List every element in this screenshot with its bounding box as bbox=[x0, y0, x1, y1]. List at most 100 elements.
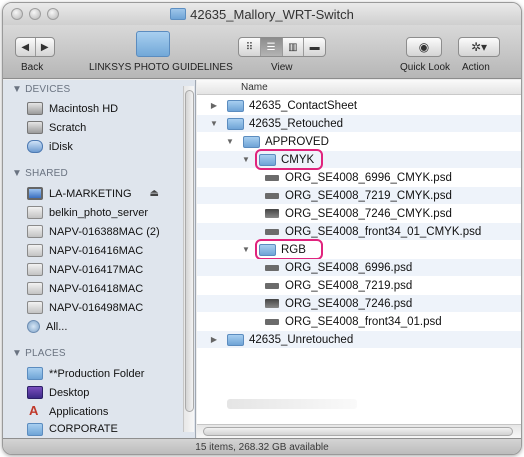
list-item-label: ORG_SE4008_7246.psd bbox=[285, 297, 413, 310]
list-item[interactable]: ORG_SE4008_7246_CMYK.psd bbox=[197, 205, 521, 222]
psd-file-icon bbox=[265, 282, 279, 289]
sidebar-item-corporate[interactable]: CORPORATE bbox=[27, 422, 118, 436]
sidebar-item-napv-016498mac[interactable]: NAPV-016498MAC bbox=[27, 299, 143, 316]
sidebar-item-label: CORPORATE bbox=[49, 423, 118, 435]
sidebar-item-napv-016418mac[interactable]: NAPV-016418MAC bbox=[27, 280, 143, 297]
icon-view-icon[interactable]: ⠿ bbox=[239, 38, 261, 56]
server-icon bbox=[27, 244, 43, 257]
list-item[interactable]: ▶ 42635_ContactSheet bbox=[197, 97, 521, 114]
eject-icon[interactable]: ⏏ bbox=[150, 188, 159, 199]
sidebar-item-label: LA-MARKETING bbox=[49, 187, 132, 200]
list-item-label: ORG_SE4008_6996_CMYK.psd bbox=[285, 171, 452, 184]
disclosure-expanded-icon[interactable]: ▼ bbox=[241, 155, 251, 164]
server-icon bbox=[27, 206, 43, 219]
action-button[interactable]: ✲▾ bbox=[458, 37, 500, 57]
highlight-annotation bbox=[255, 149, 323, 170]
list-item[interactable]: ▼ RGB bbox=[197, 239, 521, 260]
applications-icon bbox=[27, 403, 43, 418]
sidebar-item-belkin-photo-server[interactable]: belkin_photo_server bbox=[27, 204, 148, 221]
favorite-folder-label[interactable]: LINKSYS PHOTO GUIDELINES bbox=[89, 62, 233, 73]
computer-icon bbox=[27, 187, 43, 200]
title-bar[interactable]: 42635_Mallory_WRT-Switch bbox=[3, 3, 521, 25]
list-item-label: ORG_SE4008_7219_CMYK.psd bbox=[285, 189, 452, 202]
sidebar-item-production-folder[interactable]: **Production Folder bbox=[27, 365, 144, 382]
sidebar-item-label: Scratch bbox=[49, 121, 87, 134]
sidebar-header-shared[interactable]: ▼ SHARED bbox=[12, 168, 68, 179]
disclosure-expanded-icon[interactable]: ▼ bbox=[241, 245, 251, 254]
sidebar-item-napv-016417mac[interactable]: NAPV-016417MAC bbox=[27, 261, 143, 278]
list-item[interactable]: ORG_SE4008_7246.psd bbox=[197, 295, 521, 312]
sidebar-item-napv-016388mac[interactable]: NAPV-016388MAC (2) bbox=[27, 223, 160, 240]
window-title: 42635_Mallory_WRT-Switch bbox=[3, 7, 521, 22]
sidebar-item-label: NAPV-016416MAC bbox=[49, 244, 144, 257]
list-item-label: ORG_SE4008_front34_01.psd bbox=[285, 315, 442, 328]
list-item[interactable]: ORG_SE4008_7219_CMYK.psd bbox=[197, 187, 521, 204]
action-label: Action bbox=[462, 62, 490, 73]
list-view-icon[interactable]: ☰ bbox=[260, 38, 283, 56]
cover-flow-icon[interactable]: ▬ bbox=[304, 38, 325, 56]
folder-icon bbox=[227, 99, 244, 112]
sidebar-item-label: Macintosh HD bbox=[49, 102, 119, 115]
sidebar-item-label: belkin_photo_server bbox=[49, 206, 149, 219]
psd-file-icon bbox=[265, 228, 279, 235]
window-title-text: 42635_Mallory_WRT-Switch bbox=[190, 7, 354, 22]
list-item[interactable]: ▼ APPROVED bbox=[197, 133, 521, 150]
sidebar-item-label: NAPV-016388MAC (2) bbox=[49, 225, 160, 238]
list-item[interactable]: ▶ 42635_Unretouched bbox=[197, 331, 521, 348]
network-icon bbox=[27, 320, 40, 333]
sidebar-item-label: **Production Folder bbox=[49, 367, 145, 380]
disclosure-expanded-icon[interactable]: ▼ bbox=[209, 119, 219, 128]
horizontal-scroll-thumb[interactable] bbox=[203, 427, 513, 436]
sidebar-item-label: Applications bbox=[49, 405, 109, 418]
folder-icon bbox=[170, 8, 187, 20]
list-item-label: APPROVED bbox=[265, 135, 329, 148]
folder-icon bbox=[227, 333, 244, 346]
hard-disk-icon bbox=[27, 102, 43, 115]
gear-icon: ✲▾ bbox=[470, 40, 488, 54]
folder-icon bbox=[243, 135, 260, 148]
sidebar-item-la-marketing[interactable]: LA-MARKETING ⏏ bbox=[27, 185, 159, 202]
list-item-label: ORG_SE4008_7219.psd bbox=[285, 279, 413, 292]
list-item[interactable]: ORG_SE4008_6996_CMYK.psd bbox=[197, 169, 521, 186]
server-icon bbox=[27, 301, 43, 314]
name-column-header[interactable]: Name bbox=[197, 80, 521, 95]
psd-file-icon bbox=[265, 192, 279, 199]
server-icon bbox=[27, 282, 43, 295]
folder-icon bbox=[27, 367, 43, 380]
sidebar-item-label: All... bbox=[46, 320, 68, 333]
list-item[interactable]: ORG_SE4008_7219.psd bbox=[197, 277, 521, 294]
highlight-annotation bbox=[255, 239, 323, 260]
sidebar-item-scratch[interactable]: Scratch bbox=[27, 119, 86, 136]
sidebar-scroll-thumb[interactable] bbox=[185, 90, 194, 412]
sidebar-item-idisk[interactable]: iDisk bbox=[27, 138, 73, 155]
list-item-label: 42635_Retouched bbox=[249, 117, 343, 130]
sidebar-header-places[interactable]: ▼ PLACES bbox=[12, 348, 66, 359]
sidebar-header-devices[interactable]: ▼ DEVICES bbox=[12, 84, 70, 95]
forward-arrow-icon[interactable]: ▶ bbox=[36, 38, 55, 56]
list-item[interactable]: ▼ CMYK bbox=[197, 149, 521, 170]
folder-icon bbox=[227, 117, 244, 130]
disclosure-collapsed-icon[interactable]: ▶ bbox=[209, 335, 219, 344]
psd-file-icon bbox=[265, 299, 279, 308]
disclosure-collapsed-icon[interactable]: ▶ bbox=[209, 101, 219, 110]
sidebar-item-applications[interactable]: Applications bbox=[27, 403, 108, 420]
quick-look-button[interactable]: ◉ bbox=[406, 37, 442, 57]
sidebar-item-macintosh-hd[interactable]: Macintosh HD bbox=[27, 100, 118, 117]
sidebar-item-all[interactable]: All... bbox=[27, 318, 67, 335]
sidebar-item-desktop[interactable]: Desktop bbox=[27, 384, 89, 401]
horizontal-scrollbar[interactable] bbox=[197, 424, 521, 438]
list-item[interactable]: ▼ 42635_Retouched bbox=[197, 115, 521, 132]
disclosure-expanded-icon[interactable]: ▼ bbox=[225, 137, 235, 146]
favorite-folder-icon[interactable] bbox=[136, 31, 170, 57]
column-view-icon[interactable]: ▥ bbox=[283, 38, 305, 56]
list-item[interactable]: ORG_SE4008_front34_01.psd bbox=[197, 313, 521, 330]
file-list: Name ▶ 42635_ContactSheet ▼ 42635_Retouched… bbox=[197, 80, 521, 438]
sidebar-scrollbar[interactable] bbox=[183, 86, 194, 432]
hard-disk-icon bbox=[27, 121, 43, 134]
sidebar-item-napv-016416mac[interactable]: NAPV-016416MAC bbox=[27, 242, 143, 259]
list-item[interactable]: ORG_SE4008_6996.psd bbox=[197, 259, 521, 276]
back-label[interactable]: Back bbox=[21, 62, 43, 73]
list-item[interactable]: ORG_SE4008_front34_01_CMYK.psd bbox=[197, 223, 521, 240]
finder-window: 42635_Mallory_WRT-Switch ◀ ▶ Back LINKSY… bbox=[2, 2, 522, 455]
back-arrow-icon[interactable]: ◀ bbox=[16, 38, 36, 56]
